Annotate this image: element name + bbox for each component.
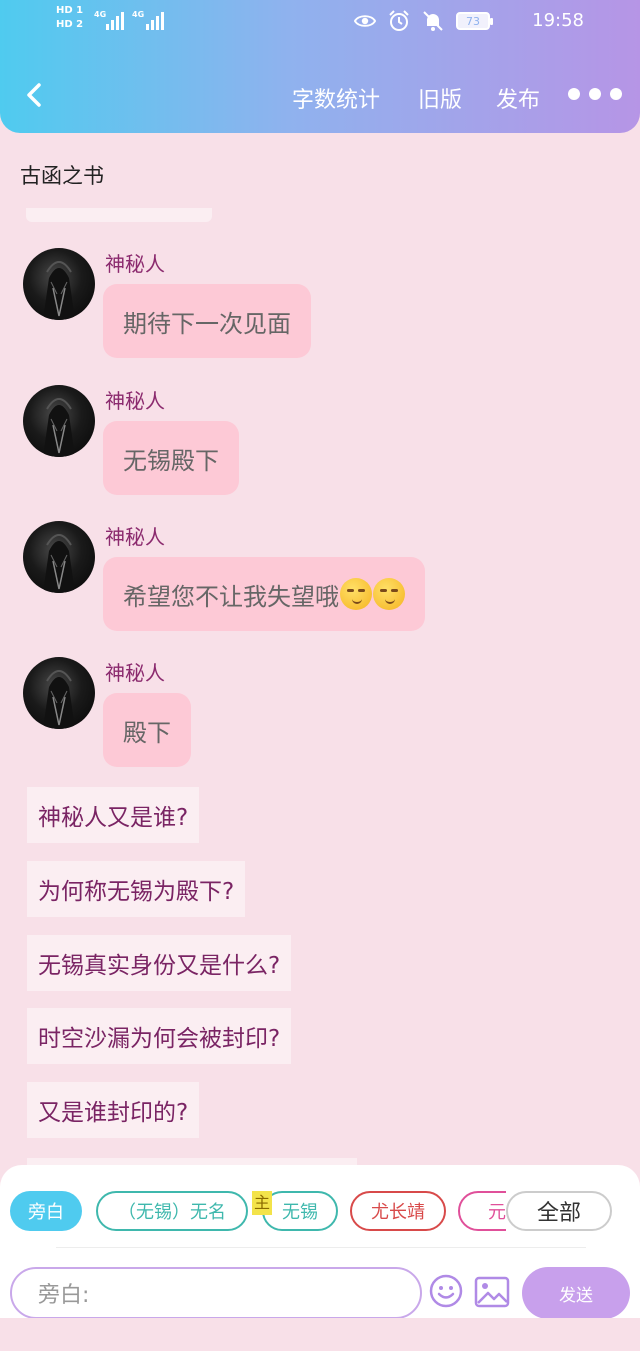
all-roles-button[interactable]: 全部 bbox=[506, 1191, 612, 1231]
dot-icon bbox=[610, 88, 622, 100]
role-tag-list[interactable]: 旁白 （无锡）无名 无锡 主 尤长靖 元旦 bbox=[10, 1191, 506, 1231]
role-tag[interactable]: （无锡）无名 bbox=[96, 1191, 248, 1231]
message-bubble[interactable]: 希望您不让我失望哦 bbox=[103, 557, 425, 631]
send-button[interactable]: 发送 bbox=[522, 1267, 630, 1319]
avatar[interactable] bbox=[23, 385, 95, 457]
message-bubble[interactable]: 期待下一次见面 bbox=[103, 284, 311, 358]
net2-label: 4G bbox=[132, 10, 145, 19]
clock: 19:58 bbox=[532, 10, 584, 31]
sender-name: 神秘人 bbox=[105, 661, 165, 685]
narration-line[interactable]: 无锡真实身份又是什么? bbox=[27, 935, 292, 991]
dot-icon bbox=[589, 88, 601, 100]
net1-label: 4G bbox=[94, 10, 107, 19]
eye-icon bbox=[354, 10, 376, 32]
mute-icon bbox=[422, 10, 444, 32]
sim1-label: HD 1 bbox=[56, 5, 84, 16]
image-icon bbox=[474, 1276, 510, 1308]
smirk-emoji-icon bbox=[340, 578, 372, 610]
chevron-left-icon bbox=[27, 83, 41, 107]
word-count-button[interactable]: 字数统计 bbox=[292, 82, 380, 114]
back-button[interactable] bbox=[20, 80, 50, 110]
image-button[interactable] bbox=[474, 1275, 510, 1309]
narration-line[interactable]: 为何称无锡为殿下? bbox=[27, 861, 246, 917]
book-title: 古函之书 bbox=[20, 164, 104, 188]
narration-line[interactable]: 神秘人又是谁? bbox=[27, 787, 200, 843]
smirk-emoji-icon bbox=[373, 578, 405, 610]
role-tag[interactable]: 元旦 bbox=[458, 1191, 506, 1231]
main-character-badge: 主 bbox=[252, 1191, 272, 1215]
sim2-label: HD 2 bbox=[56, 19, 84, 30]
message-bubble[interactable]: 殿下 bbox=[103, 693, 191, 767]
message-input[interactable]: 旁白: bbox=[10, 1267, 422, 1319]
narration-line[interactable]: 又是谁封印的? bbox=[27, 1082, 200, 1138]
role-tag-narrator[interactable]: 旁白 bbox=[10, 1191, 82, 1231]
message-bubble[interactable]: 无锡殿下 bbox=[103, 421, 239, 495]
sim-indicators: HD 1 HD 2 bbox=[56, 4, 83, 32]
role-tag[interactable]: 无锡 bbox=[262, 1191, 338, 1231]
sender-name: 神秘人 bbox=[105, 252, 165, 276]
old-version-button[interactable]: 旧版 bbox=[418, 82, 462, 114]
signal-icon bbox=[146, 10, 164, 30]
avatar[interactable] bbox=[23, 521, 95, 593]
smile-icon bbox=[429, 1274, 463, 1308]
status-icons: 73 bbox=[354, 10, 493, 32]
battery-icon: 73 bbox=[456, 12, 493, 30]
more-menu-button[interactable] bbox=[568, 88, 622, 100]
bottom-strip bbox=[0, 1318, 640, 1351]
avatar[interactable] bbox=[23, 657, 95, 729]
signal-icon bbox=[106, 10, 124, 30]
narration-line[interactable]: 时空沙漏为何会被封印? bbox=[27, 1008, 292, 1064]
role-tag[interactable]: 尤长靖 bbox=[350, 1191, 446, 1231]
sender-name: 神秘人 bbox=[105, 525, 165, 549]
divider bbox=[56, 1247, 586, 1248]
emoji-button[interactable] bbox=[428, 1273, 464, 1309]
previous-message-edge bbox=[26, 208, 212, 222]
publish-button[interactable]: 发布 bbox=[496, 82, 540, 114]
app-header: HD 1 HD 2 4G 4G 73 19:58 字数统计 旧版 发布 bbox=[0, 0, 640, 133]
message-text: 希望您不让我失望哦 bbox=[123, 582, 339, 611]
avatar[interactable] bbox=[23, 248, 95, 320]
alarm-icon bbox=[388, 10, 410, 32]
sender-name: 神秘人 bbox=[105, 389, 165, 413]
dot-icon bbox=[568, 88, 580, 100]
